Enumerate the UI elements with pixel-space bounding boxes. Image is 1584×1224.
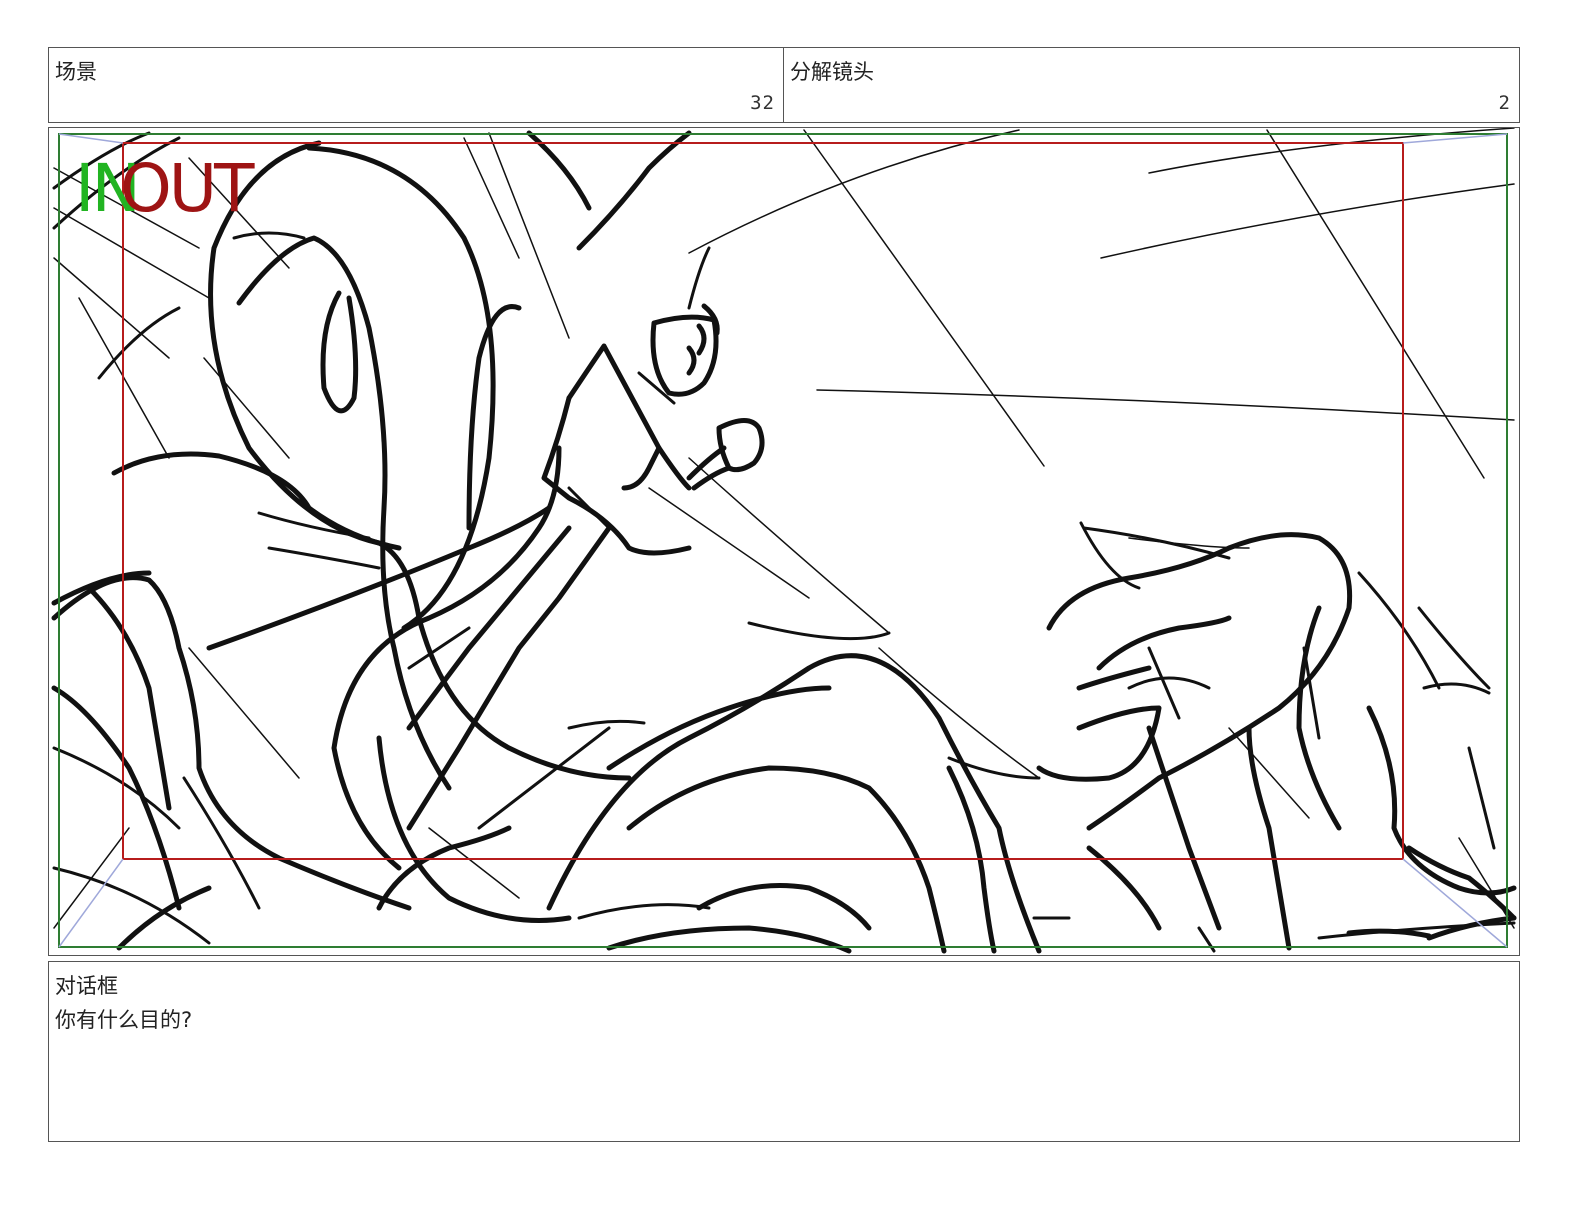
shot-label: 分解镜头 <box>790 60 874 84</box>
sketch-strokes <box>51 128 1517 954</box>
out-marker: OUT <box>119 150 255 227</box>
dialog-label: 对话框 <box>55 974 118 998</box>
dialog-box: 对话框 你有什么目的? <box>48 961 1520 1142</box>
scene-header-cell: 场景 32 <box>48 47 784 123</box>
shot-number: 2 <box>1498 92 1511 114</box>
shot-header-cell: 分解镜头 2 <box>783 47 1520 123</box>
scene-label: 场景 <box>55 60 97 84</box>
sketch-drawing <box>51 128 1517 954</box>
scene-number: 32 <box>750 92 775 114</box>
dialog-text: 你有什么目的? <box>55 1008 193 1032</box>
storyboard-panel: INOUT <box>48 127 1520 956</box>
in-out-marker: INOUT <box>75 156 254 222</box>
